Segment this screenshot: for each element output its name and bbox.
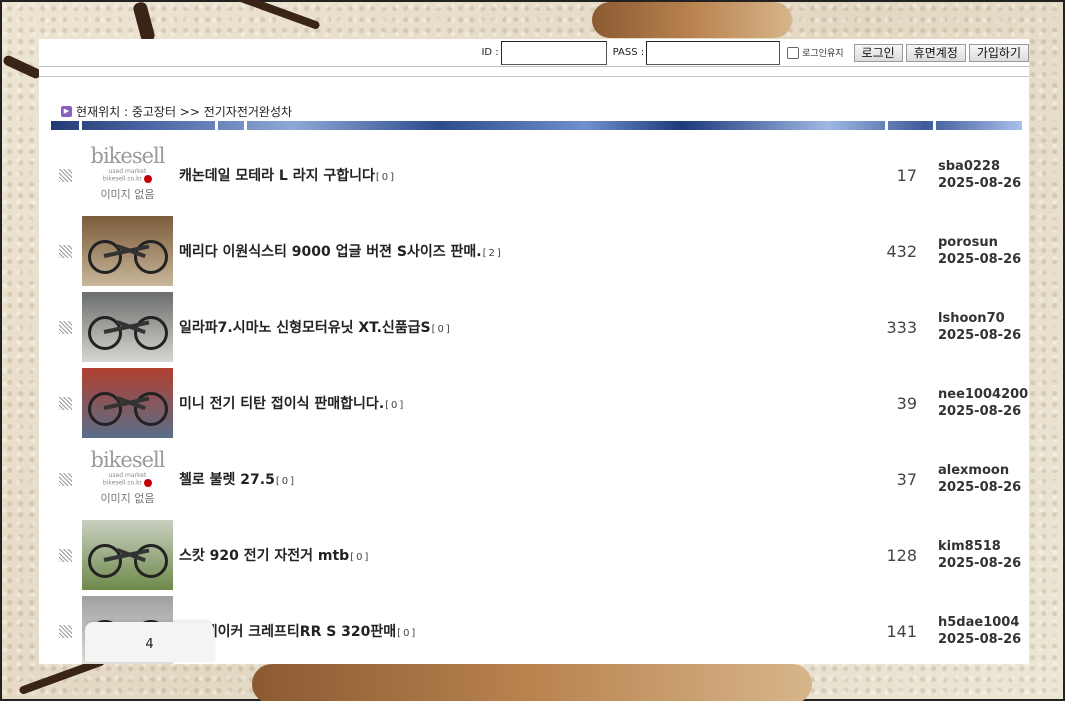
row-bullet-icon bbox=[59, 548, 72, 562]
pass-label: PASS : bbox=[612, 47, 645, 58]
author-name[interactable]: nee1004200 bbox=[938, 386, 1028, 403]
view-count: 128 bbox=[886, 545, 917, 565]
view-count: 333 bbox=[886, 317, 917, 337]
post-meta: alexmoon 2025-08-26 bbox=[938, 462, 1021, 496]
post-date: 2025-08-26 bbox=[938, 252, 1022, 267]
table-row[interactable]: 미니 전기 티탄 접이식 판매합니다.[0] 39 nee1004200 2025-0… bbox=[39, 365, 1029, 441]
logo-sub: used market bbox=[108, 168, 147, 175]
comment-count: [0] bbox=[375, 172, 397, 183]
post-title-link[interactable]: 메리다 이원식스티 9000 업글 버젼 S사이즈 판매.[2] bbox=[179, 241, 503, 261]
post-date: 2025-08-26 bbox=[938, 480, 1022, 495]
post-list: bikesell used market bikesell.co.kr 이미지 없음 캐… bbox=[39, 137, 1029, 664]
breadcrumb: ▶ 현재위치 : 중고장터 >> 전기자전거완성차 bbox=[61, 103, 292, 120]
board-panel: ID : PASS : 로그인유지 로그인 휴면계정 가입하기 ▶ 현재위치 :… bbox=[39, 39, 1029, 664]
post-thumbnail[interactable] bbox=[82, 520, 173, 590]
bike-photo bbox=[82, 216, 173, 286]
no-image-label: 이미지 없음 bbox=[100, 188, 155, 201]
logo-sub-url: bikesell.co.kr bbox=[82, 479, 173, 487]
post-thumbnail[interactable] bbox=[82, 292, 173, 362]
post-date: 2025-08-26 bbox=[938, 632, 1022, 647]
post-meta: lshoon70 2025-08-26 bbox=[938, 310, 1021, 344]
row-bullet-icon bbox=[59, 472, 72, 486]
bikesell-logo: bikesell bbox=[90, 144, 166, 168]
login-button[interactable]: 로그인 bbox=[853, 43, 903, 62]
post-date: 2025-08-26 bbox=[938, 556, 1022, 571]
row-bullet-icon bbox=[59, 320, 72, 334]
post-title-link[interactable]: 일라파7.시마노 신형모터유닛 XT.신품급S[0] bbox=[179, 317, 452, 337]
table-row[interactable]: 일라파7.시마노 신형모터유닛 XT.신품급S[0] 333 lshoon70 202… bbox=[39, 289, 1029, 365]
post-thumbnail[interactable] bbox=[82, 216, 173, 286]
post-meta: porosun 2025-08-26 bbox=[938, 234, 1021, 268]
author-name[interactable]: h5dae1004 bbox=[938, 614, 1021, 631]
row-bullet-icon bbox=[59, 396, 72, 410]
divider bbox=[39, 67, 1029, 77]
author-name[interactable]: porosun bbox=[938, 234, 1021, 251]
post-meta: sba0228 2025-08-26 bbox=[938, 158, 1021, 192]
post-title-link[interactable]: 트렉레이커 크레프티RR S 320판매[0] bbox=[179, 621, 417, 641]
list-header-bar bbox=[51, 121, 1022, 130]
page-indicator[interactable]: 4 bbox=[85, 622, 214, 662]
post-date: 2025-08-26 bbox=[938, 404, 1022, 419]
post-title: 캐논데일 모테라 L 라지 구합니다 bbox=[179, 168, 375, 184]
login-bar: ID : PASS : 로그인유지 로그인 휴면계정 가입하기 bbox=[39, 39, 1029, 67]
pass-input[interactable] bbox=[646, 40, 781, 65]
post-date: 2025-08-26 bbox=[938, 176, 1022, 191]
author-name[interactable]: alexmoon bbox=[938, 462, 1021, 479]
logo-sub: used market bbox=[108, 472, 147, 479]
post-meta: h5dae1004 2025-08-26 bbox=[938, 614, 1021, 648]
table-row[interactable]: bikesell used market bikesell.co.kr 이미지 없음 캐… bbox=[39, 137, 1029, 213]
author-name[interactable]: sba0228 bbox=[938, 158, 1021, 175]
background-rust-pipe bbox=[252, 664, 812, 701]
post-title: 미니 전기 티탄 접이식 판매합니다. bbox=[179, 396, 385, 412]
dormant-account-button[interactable]: 휴면계정 bbox=[905, 43, 966, 62]
table-row[interactable]: 스캇 920 전기 자전거 mtb[0] 128 kim8518 2025-08-26 bbox=[39, 517, 1029, 593]
view-count: 17 bbox=[896, 165, 917, 185]
background-rust-pipe bbox=[592, 2, 792, 38]
view-count: 37 bbox=[896, 469, 917, 489]
comment-count: [0] bbox=[350, 552, 371, 563]
view-count: 39 bbox=[896, 393, 917, 413]
id-label: ID : bbox=[481, 47, 499, 58]
view-count: 141 bbox=[886, 621, 917, 641]
post-title: 일라파7.시마노 신형모터유닛 XT.신품급S bbox=[179, 320, 431, 336]
row-bullet-icon bbox=[59, 168, 72, 182]
table-row[interactable]: bikesell used market bikesell.co.kr 이미지 없음 첼… bbox=[39, 441, 1029, 517]
remember-login-checkbox[interactable] bbox=[787, 46, 800, 59]
comment-count: [0] bbox=[385, 400, 406, 411]
post-title-link[interactable]: 첼로 불렛 27.5[0] bbox=[179, 469, 296, 489]
bike-photo bbox=[82, 292, 173, 362]
bike-photo bbox=[82, 520, 173, 590]
no-image-label: 이미지 없음 bbox=[100, 492, 155, 505]
post-date: 2025-08-26 bbox=[938, 328, 1022, 343]
row-bullet-icon bbox=[59, 244, 72, 258]
post-title-link[interactable]: 캐논데일 모테라 L 라지 구합니다[0] bbox=[179, 165, 396, 185]
post-meta: kim8518 2025-08-26 bbox=[938, 538, 1021, 572]
join-button[interactable]: 가입하기 bbox=[968, 43, 1029, 62]
bike-photo bbox=[82, 368, 173, 438]
post-title-link[interactable]: 스캇 920 전기 자전거 mtb[0] bbox=[179, 545, 370, 565]
comment-count: [2] bbox=[482, 248, 503, 259]
id-input[interactable] bbox=[500, 40, 607, 65]
post-title: 메리다 이원식스티 9000 업글 버젼 S사이즈 판매. bbox=[179, 244, 482, 260]
post-meta: nee1004200 2025-08-26 bbox=[938, 386, 1028, 420]
post-thumbnail[interactable]: bikesell used market bikesell.co.kr 이미지 없음 bbox=[82, 444, 173, 514]
remember-login-label: 로그인유지 bbox=[802, 49, 844, 59]
post-title-link[interactable]: 미니 전기 티탄 접이식 판매합니다.[0] bbox=[179, 393, 405, 413]
breadcrumb-text: 현재위치 : 중고장터 >> 전기자전거완성차 bbox=[76, 105, 293, 119]
post-title: 첼로 불렛 27.5 bbox=[179, 472, 275, 488]
author-name[interactable]: kim8518 bbox=[938, 538, 1021, 555]
post-thumbnail[interactable] bbox=[82, 368, 173, 438]
comment-count: [0] bbox=[431, 324, 452, 335]
comment-count: [0] bbox=[275, 476, 296, 487]
arrow-right-icon: ▶ bbox=[61, 106, 72, 117]
row-bullet-icon bbox=[59, 624, 72, 638]
bikesell-logo: bikesell bbox=[90, 448, 166, 472]
view-count: 432 bbox=[886, 241, 917, 261]
table-row[interactable]: 메리다 이원식스티 9000 업글 버젼 S사이즈 판매.[2] 432 poros… bbox=[39, 213, 1029, 289]
comment-count: [0] bbox=[397, 628, 418, 639]
post-thumbnail[interactable]: bikesell used market bikesell.co.kr 이미지 없음 bbox=[82, 140, 173, 210]
logo-sub-url: bikesell.co.kr bbox=[82, 175, 173, 183]
author-name[interactable]: lshoon70 bbox=[938, 310, 1021, 327]
post-title: 스캇 920 전기 자전거 mtb bbox=[179, 548, 350, 564]
